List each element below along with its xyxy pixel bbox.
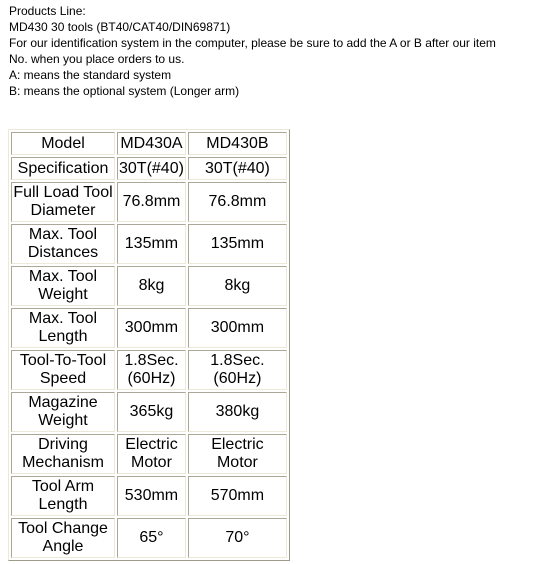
cell-text: 365kg bbox=[129, 403, 174, 420]
table-row: Tool-To-Tool Speed 1.8Sec. (60Hz) 1.8Sec. (60… bbox=[11, 350, 287, 390]
table-row: Tool Arm Length 530mm 570mm bbox=[11, 476, 287, 516]
cell-text: Length bbox=[38, 496, 88, 513]
md430b-value-cell: 570mm bbox=[187, 476, 287, 516]
md430a-value-cell: 530mm bbox=[117, 476, 186, 516]
cell-text: Motor bbox=[131, 454, 172, 471]
cell-text: 8kg bbox=[138, 277, 165, 294]
cell-text: 300mm bbox=[210, 319, 265, 336]
identification-note-line-1: For our identification system in the com… bbox=[9, 36, 496, 50]
md430b-value-cell: 30T(#40) bbox=[187, 157, 287, 180]
cell-text: Magazine bbox=[28, 394, 98, 411]
cell-text: Specification bbox=[17, 159, 109, 177]
cell-text: Driving bbox=[38, 436, 88, 453]
cell-text: Weight bbox=[38, 286, 88, 303]
row-label-cell: Tool Arm Length bbox=[11, 476, 115, 516]
table-row: Specification 30T(#40) 30T(#40) bbox=[11, 157, 287, 180]
product-model-line: MD430 30 tools (BT40/CAT40/DIN69871) bbox=[9, 20, 231, 34]
cell-text: Diameter bbox=[30, 202, 96, 219]
cell-text: Electric bbox=[211, 436, 264, 453]
cell-text: Weight bbox=[38, 412, 88, 429]
md430a-value-cell: 365kg bbox=[117, 392, 186, 432]
cell-text: Distances bbox=[27, 244, 99, 261]
cell-text: 65° bbox=[139, 529, 164, 546]
table-row: Max. Tool Weight 8kg 8kg bbox=[11, 266, 287, 306]
intro-text: Products Line: MD430 30 tools (BT40/CAT4… bbox=[9, 3, 496, 99]
header-md430a: MD430A bbox=[117, 132, 186, 155]
row-label-cell: Tool Change Angle bbox=[11, 518, 115, 558]
row-label-cell: Tool-To-Tool Speed bbox=[11, 350, 115, 390]
md430a-value-cell: 1.8Sec. (60Hz) bbox=[117, 350, 186, 390]
cell-text: 70° bbox=[225, 529, 250, 546]
cell-text: 570mm bbox=[210, 487, 265, 504]
cell-text: 530mm bbox=[124, 487, 179, 504]
table-row: Tool Change Angle 65° 70° bbox=[11, 518, 287, 558]
table-row: Magazine Weight 365kg 380kg bbox=[11, 392, 287, 432]
cell-text: Motor bbox=[216, 454, 258, 471]
cell-text: 8kg bbox=[224, 277, 251, 294]
cell-text: 135mm bbox=[124, 235, 179, 252]
md430b-value-cell: 300mm bbox=[187, 308, 287, 348]
cell-text: 76.8mm bbox=[122, 193, 181, 210]
md430b-value-cell: 70° bbox=[187, 518, 287, 558]
table-row: Full Load Tool Diameter 76.8mm 76.8mm bbox=[11, 182, 287, 222]
table-header-row: Model MD430A MD430B bbox=[11, 132, 287, 155]
md430b-value-cell: 380kg bbox=[187, 392, 287, 432]
identification-note-line-2: No. when you place orders to us. bbox=[9, 52, 185, 66]
md430a-value-cell: 135mm bbox=[117, 224, 186, 264]
row-label-cell: Magazine Weight bbox=[11, 392, 115, 432]
cell-text: Tool Arm bbox=[31, 478, 95, 495]
cell-text: 30T(#40) bbox=[204, 159, 270, 177]
cell-text: (60Hz) bbox=[213, 370, 262, 387]
products-line-heading: Products Line: bbox=[9, 4, 86, 18]
md430a-value-cell: 76.8mm bbox=[117, 182, 186, 222]
header-md430b: MD430B bbox=[187, 132, 287, 155]
option-b-description: B: means the optional system (Longer arm… bbox=[9, 84, 240, 98]
cell-text: 300mm bbox=[124, 319, 179, 336]
header-model: Model bbox=[11, 132, 115, 155]
cell-text: (60Hz) bbox=[127, 370, 176, 387]
row-label-cell: Max. Tool Distances bbox=[11, 224, 115, 264]
row-label-cell: Driving Mechanism bbox=[11, 434, 115, 474]
md430b-value-cell: 76.8mm bbox=[187, 182, 287, 222]
cell-text: Speed bbox=[39, 370, 87, 387]
md430a-value-cell: 300mm bbox=[117, 308, 186, 348]
row-label-cell: Specification bbox=[11, 157, 115, 180]
cell-text: 30T(#40) bbox=[119, 159, 184, 177]
cell-text: Max. Tool bbox=[28, 226, 98, 243]
table-row: Max. Tool Distances 135mm 135mm bbox=[11, 224, 287, 264]
row-label-cell: Full Load Tool Diameter bbox=[11, 182, 115, 222]
cell-text: Full Load Tool bbox=[13, 184, 113, 201]
cell-text: 76.8mm bbox=[208, 193, 267, 210]
row-label-cell: Max. Tool Weight bbox=[11, 266, 115, 306]
row-label-cell: Max. Tool Length bbox=[11, 308, 115, 348]
cell-text: 380kg bbox=[215, 403, 260, 420]
cell-text: Length bbox=[38, 328, 88, 345]
md430b-value-cell: 8kg bbox=[187, 266, 287, 306]
cell-text: 135mm bbox=[210, 235, 265, 252]
md430a-value-cell: 65° bbox=[117, 518, 186, 558]
md430a-value-cell: Electric Motor bbox=[117, 434, 186, 474]
cell-text: Max. Tool bbox=[28, 310, 98, 327]
option-a-description: A: means the standard system bbox=[9, 68, 172, 82]
md430a-value-cell: 30T(#40) bbox=[117, 157, 186, 180]
cell-text: Max. Tool bbox=[28, 268, 98, 285]
table-row: Driving Mechanism Electric Motor Electric Mot… bbox=[11, 434, 287, 474]
cell-text: Tool Change bbox=[18, 520, 108, 537]
cell-text: 1.8Sec. bbox=[210, 352, 265, 369]
md430b-value-cell: 1.8Sec. (60Hz) bbox=[187, 350, 287, 390]
cell-text: Tool-To-Tool bbox=[19, 352, 107, 369]
cell-text: Angle bbox=[42, 538, 84, 555]
cell-text: Electric bbox=[125, 436, 178, 453]
md430b-value-cell: 135mm bbox=[187, 224, 287, 264]
table-row: Max. Tool Length 300mm 300mm bbox=[11, 308, 287, 348]
cell-text: Mechanism bbox=[22, 454, 104, 471]
md430a-value-cell: 8kg bbox=[117, 266, 186, 306]
md430b-value-cell: Electric Motor bbox=[187, 434, 287, 474]
specification-table: Model MD430A MD430B Specification 30T(#40… bbox=[8, 129, 290, 561]
cell-text: 1.8Sec. bbox=[124, 352, 179, 369]
